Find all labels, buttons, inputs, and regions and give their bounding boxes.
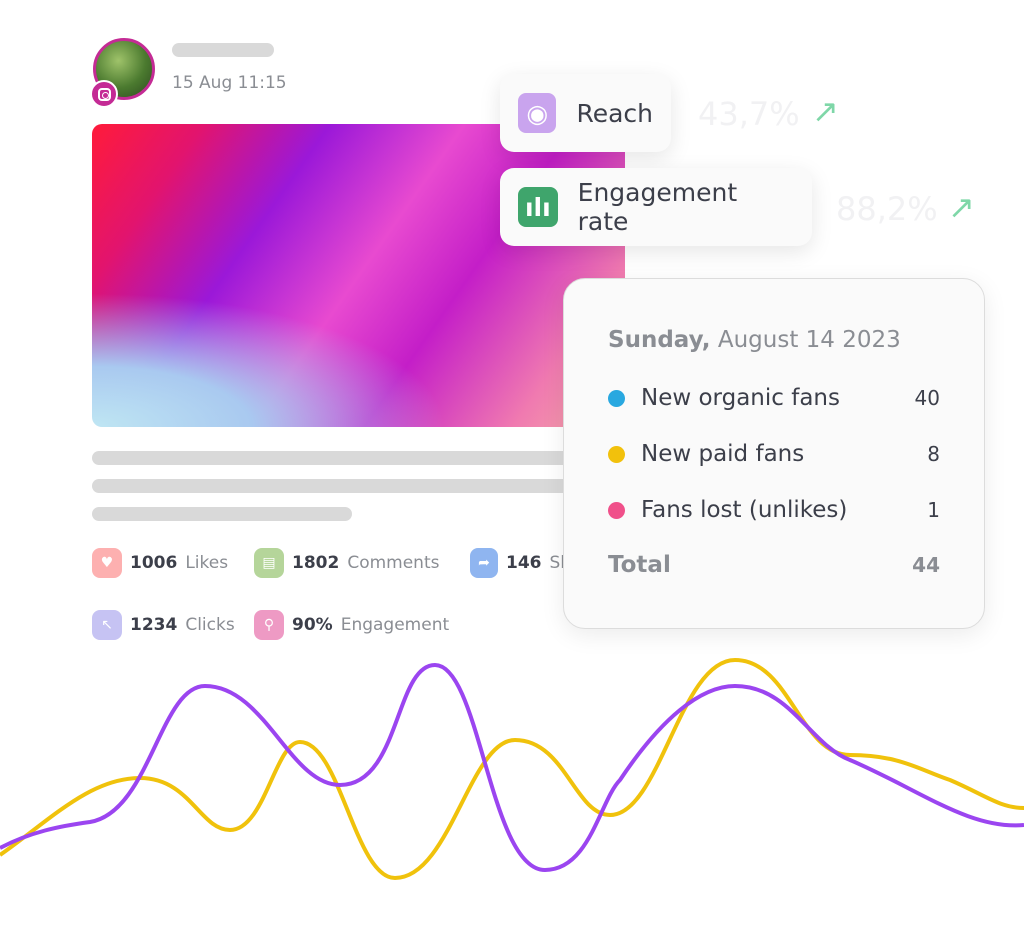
caption-line xyxy=(92,479,592,493)
tooltip-row: Fans lost (unlikes) 1 xyxy=(608,497,940,523)
fans-tooltip: Sunday, August 14 2023 New organic fans 4… xyxy=(563,278,985,629)
post-date: 15 Aug 11:15 xyxy=(172,73,287,93)
legend-dot xyxy=(608,445,625,463)
reach-value: 43,7% xyxy=(698,95,800,133)
legend-dot xyxy=(608,501,625,519)
share-icon: ➦ xyxy=(470,548,498,578)
username-placeholder xyxy=(172,43,274,57)
metric-reach[interactable]: ◉ Reach xyxy=(500,74,671,152)
bar-chart-icon: ılı xyxy=(518,187,558,227)
engagement-icon: ⚲ xyxy=(254,610,284,640)
stat-clicks: ↖ 1234 Clicks xyxy=(92,610,235,640)
stat-comments: ▤ 1802 Comments xyxy=(254,548,439,578)
eye-icon: ◉ xyxy=(518,93,557,133)
tooltip-total: Total 44 xyxy=(608,552,940,578)
metric-engagement-rate[interactable]: ılı Engagement rate xyxy=(500,168,812,246)
stat-shares: ➦ 146 Sl xyxy=(470,548,565,578)
comment-icon: ▤ xyxy=(254,548,284,578)
legend-dot xyxy=(608,389,625,407)
caption-line xyxy=(92,507,352,521)
stat-likes: ♥ 1006 Likes xyxy=(92,548,228,578)
trend-up-icon: ↗ xyxy=(812,92,839,130)
wave-lines xyxy=(0,657,1024,881)
heart-icon: ♥ xyxy=(92,548,122,578)
instagram-icon xyxy=(90,80,118,108)
tooltip-date: Sunday, August 14 2023 xyxy=(608,327,901,353)
stat-engagement: ⚲ 90% Engagement xyxy=(254,610,449,640)
tooltip-row: New organic fans 40 xyxy=(608,385,940,411)
cursor-click-icon: ↖ xyxy=(92,610,122,640)
caption-line xyxy=(92,451,592,465)
engagement-rate-value: 88,2% xyxy=(836,190,938,228)
tooltip-row: New paid fans 8 xyxy=(608,441,940,467)
trend-up-icon: ↗ xyxy=(948,188,975,226)
wave-purple xyxy=(0,662,1024,873)
